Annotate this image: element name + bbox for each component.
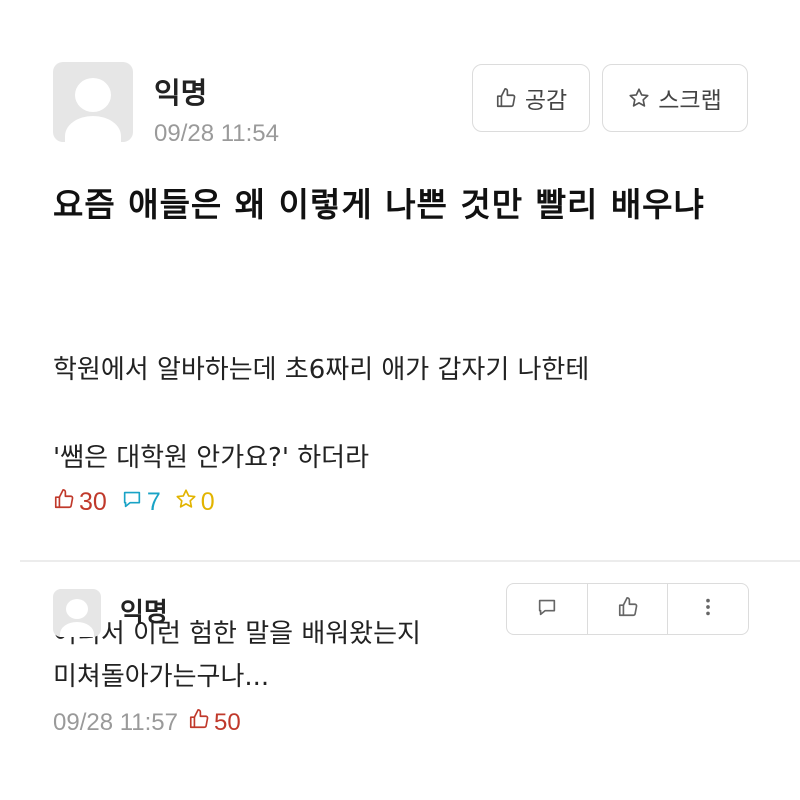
like-button-label: 공감 <box>524 88 568 114</box>
more-button[interactable] <box>668 584 748 634</box>
thumbs-up-icon <box>53 488 75 517</box>
post-timestamp: 09/28 11:54 <box>154 120 280 147</box>
comment-timestamp: 09/28 11:57 <box>53 708 179 736</box>
avatar-body <box>60 622 94 637</box>
avatar-head <box>75 78 111 112</box>
comment-like-stat: 50 <box>188 708 241 737</box>
speech-bubble-icon <box>121 488 143 517</box>
thumbs-up-icon <box>495 87 517 109</box>
speech-bubble-icon <box>536 596 558 622</box>
avatar-head <box>66 599 88 619</box>
thumbs-up-icon <box>617 596 639 622</box>
post-content-line: 학원에서 알바하는데 초6짜리 애가 갑자기 나한테 <box>53 355 590 385</box>
comment-author: 익명 <box>120 598 168 628</box>
divider <box>20 560 800 562</box>
like-count: 30 <box>79 488 107 516</box>
scrap-button[interactable]: 스크랩 <box>602 64 748 132</box>
avatar <box>53 62 133 142</box>
scrap-button-label: 스크랩 <box>658 88 722 114</box>
comment-avatar <box>53 589 101 637</box>
comment-count-stat: 7 <box>121 488 161 517</box>
comment-count: 7 <box>146 488 161 516</box>
reply-button[interactable] <box>507 584 588 634</box>
comment-text: 미쳐돌아가는구나... <box>53 662 270 692</box>
comment-actions <box>506 583 749 635</box>
scrap-count-stat: 0 <box>175 488 215 517</box>
post-stats: 30 7 0 <box>53 488 229 517</box>
comment-like-button[interactable] <box>588 584 669 634</box>
star-icon <box>628 87 650 109</box>
post-title: 요즘 애들은 왜 이렇게 나쁜 것만 빨리 배우냐 <box>53 185 705 224</box>
avatar-body <box>65 116 121 142</box>
post-author: 익명 <box>154 76 208 110</box>
like-button[interactable]: 공감 <box>472 64 590 132</box>
star-icon <box>175 488 197 517</box>
post-content-line: '쌤은 대학원 안가요?' 하더라 <box>53 443 370 473</box>
thumbs-up-icon <box>188 708 210 737</box>
comment-like-count: 50 <box>214 708 241 736</box>
like-count-stat: 30 <box>53 488 107 517</box>
more-vertical-icon <box>697 596 719 622</box>
scrap-count: 0 <box>200 488 215 516</box>
comment-meta: 09/28 11:57 50 <box>53 708 241 737</box>
